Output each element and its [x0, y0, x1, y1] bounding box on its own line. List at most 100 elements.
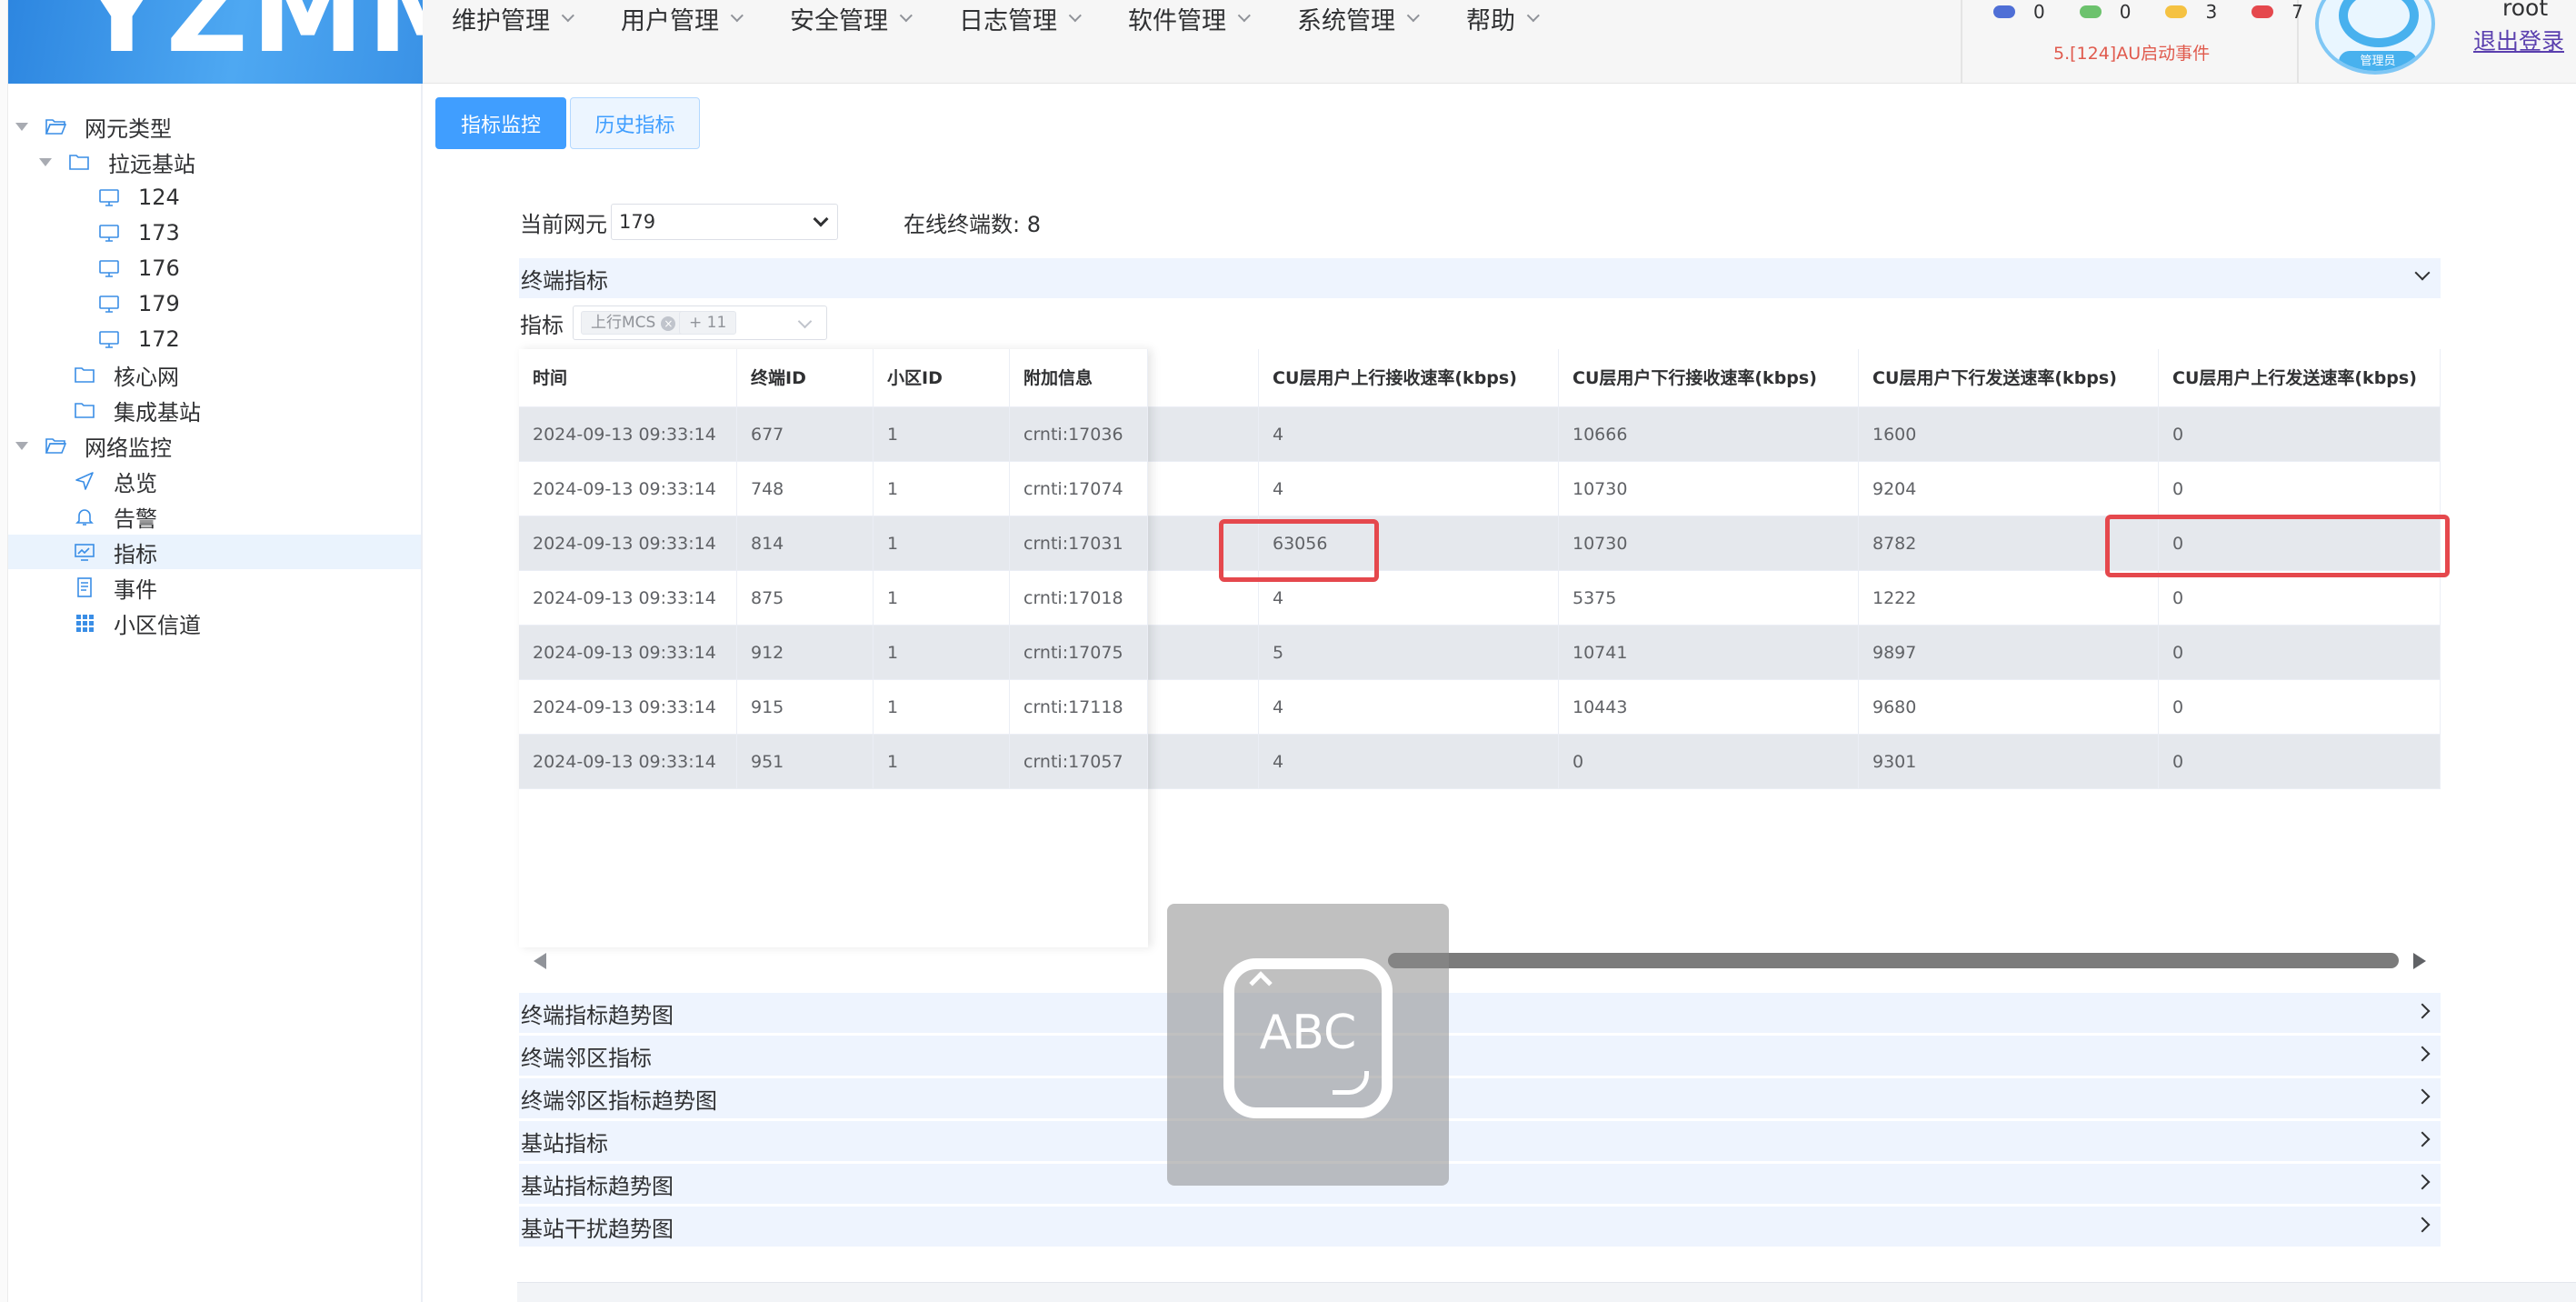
table-cell: 0: [2159, 462, 2441, 516]
current-ne-label: 当前网元: [520, 212, 607, 237]
tree-node-device-179[interactable]: 179: [98, 286, 180, 321]
col-header[interactable]: 小区ID: [874, 349, 1010, 407]
scroll-right-icon[interactable]: [2413, 953, 2426, 969]
menu-security[interactable]: 安全管理: [790, 0, 913, 36]
menu-system[interactable]: 系统管理: [1297, 0, 1420, 36]
warning-dot-icon: [2165, 5, 2188, 18]
tree-label: 网元类型: [85, 115, 172, 142]
menu-label: 安全管理: [790, 6, 888, 35]
latest-event-link[interactable]: 5.[124]AU启动事件: [2053, 40, 2210, 65]
section-title: 终端邻区指标趋势图: [521, 1087, 717, 1114]
monitor-icon: [98, 187, 120, 207]
menu-label: 软件管理: [1128, 6, 1226, 35]
tree-node-integrated-bs[interactable]: 集成基站: [74, 393, 201, 427]
section-terminal-neighbor-metrics[interactable]: 终端邻区指标: [519, 1036, 2441, 1076]
tree-node-metrics[interactable]: 指标: [8, 535, 421, 569]
col-header[interactable]: 附加信息: [1010, 349, 1148, 407]
tree-node-device-172[interactable]: 172: [98, 322, 180, 356]
bell-icon: [74, 506, 95, 526]
menu-help[interactable]: 帮助: [1466, 0, 1540, 36]
keyboard-abc-icon: ABC: [1223, 958, 1393, 1118]
caret-up-icon: [1249, 971, 1273, 995]
alarm-status-counts[interactable]: 0 0 3 7: [1993, 0, 2338, 24]
menu-label: 维护管理: [452, 6, 550, 35]
top-navigation-bar: 维护管理 用户管理 安全管理 日志管理 软件管理 系统管理 帮助 0 0 3 7…: [423, 0, 2576, 84]
table-cell: 1: [874, 516, 1010, 571]
menu-users[interactable]: 用户管理: [621, 0, 744, 36]
tab-metric-monitor[interactable]: 指标监控: [435, 97, 566, 149]
menu-logs[interactable]: 日志管理: [959, 0, 1082, 36]
table-cell: crnti:17036: [1010, 407, 1148, 462]
grid-icon: [74, 613, 95, 633]
tree-node-overview[interactable]: 总览: [74, 464, 157, 498]
highlight-box: [1219, 519, 1379, 582]
username: root: [2502, 0, 2549, 21]
section-terminal-neighbor-trend[interactable]: 终端邻区指标趋势图: [519, 1078, 2441, 1118]
table-cell: crnti:17074: [1010, 462, 1148, 516]
chevron-down-icon: [2414, 265, 2431, 281]
tree-node-ne-types[interactable]: 网元类型: [15, 109, 172, 144]
menu-software[interactable]: 软件管理: [1128, 0, 1251, 36]
tree-node-remote-bs[interactable]: 拉远基站: [39, 145, 195, 179]
overlay-tail-icon: [1333, 1071, 1369, 1095]
sidebar-tree: 网元类型 拉远基站 124 173 176 179 172 核心网 集成基站 网: [8, 84, 423, 1302]
tree-node-device-173[interactable]: 173: [98, 215, 180, 250]
tree-node-device-124[interactable]: 124: [98, 180, 180, 215]
ne-select[interactable]: 179: [611, 204, 838, 240]
chevron-right-icon: [2414, 1003, 2431, 1019]
col-header[interactable]: CU层用户上行接收速率(kbps): [1259, 349, 1559, 407]
scrollbar-thumb[interactable]: [1388, 953, 2399, 968]
menu-label: 系统管理: [1297, 6, 1395, 35]
table-horizontal-scrollbar[interactable]: [519, 946, 2441, 976]
menu-label: 用户管理: [621, 6, 719, 35]
tab-history-metrics[interactable]: 历史指标: [570, 97, 700, 149]
chevron-right-icon: [2414, 1217, 2431, 1233]
tree-node-cell-channels[interactable]: 小区信道: [74, 606, 201, 640]
tree-node-events[interactable]: 事件: [74, 570, 157, 605]
col-header[interactable]: CU层用户上行发送速率(kbps): [2159, 349, 2441, 407]
table-cell: 2024-09-13 09:33:14: [519, 626, 737, 680]
table-cell: 0: [2159, 626, 2441, 680]
status-count: 0: [2119, 1, 2132, 23]
section-terminal-metrics[interactable]: 终端指标: [519, 258, 2441, 298]
chevron-down-icon: [797, 314, 813, 329]
logout-link[interactable]: 退出登录: [2473, 24, 2564, 56]
section-title: 终端指标: [521, 267, 608, 294]
col-header[interactable]: CU层用户下行接收速率(kbps): [1559, 349, 1859, 407]
tree-node-network-monitor[interactable]: 网络监控: [15, 428, 172, 463]
table-cell: 4: [1259, 735, 1559, 789]
caret-down-icon[interactable]: [15, 122, 28, 131]
col-header[interactable]: CU层用户下行发送速率(kbps): [1859, 349, 2159, 407]
section-terminal-metric-trend[interactable]: 终端指标趋势图: [519, 993, 2441, 1033]
avatar[interactable]: 管理员: [2315, 0, 2435, 75]
menu-maintenance[interactable]: 维护管理: [452, 0, 574, 36]
table-row[interactable]: 2024-09-13 09:33:14 677 1 crnti:17036 4 10666…: [519, 407, 2441, 462]
scroll-left-icon[interactable]: [534, 953, 546, 969]
table-row[interactable]: 2024-09-13 09:33:14 915 1 crnti:17118 4 10443…: [519, 680, 2441, 735]
table-cell: 9897: [1859, 626, 2159, 680]
section-bs-metric-trend[interactable]: 基站指标趋势图: [519, 1164, 2441, 1204]
table-row[interactable]: 2024-09-13 09:33:14 951 1 crnti:17057 4 0 9301…: [519, 735, 2441, 789]
col-header[interactable]: 终端ID: [737, 349, 874, 407]
window-left-edge: [0, 0, 8, 1302]
caret-down-icon[interactable]: [15, 441, 28, 450]
table-cell: 1: [874, 735, 1010, 789]
highlight-box: [2105, 515, 2450, 577]
error-dot-icon: [2252, 5, 2274, 18]
table-cell: 9301: [1859, 735, 2159, 789]
table-row[interactable]: 2024-09-13 09:33:14 912 1 crnti:17075 5 10741…: [519, 626, 2441, 680]
table-cell: 5375: [1559, 571, 1859, 626]
col-header[interactable]: 时间: [519, 349, 737, 407]
caret-down-icon[interactable]: [39, 157, 52, 166]
section-bs-interference-trend[interactable]: 基站干扰趋势图: [519, 1207, 2441, 1247]
table-header-row: 时间 终端ID 小区ID 附加信息 CU层用户上行接收速率(kbps) CU层用…: [519, 349, 2441, 407]
table-row[interactable]: 2024-09-13 09:33:14 875 1 crnti:17018 4 5375 1…: [519, 571, 2441, 626]
tree-node-core-network[interactable]: 核心网: [74, 357, 179, 392]
table-cell: 814: [737, 516, 874, 571]
tree-node-alarms[interactable]: 告警: [74, 499, 157, 534]
table-row[interactable]: 2024-09-13 09:33:14 748 1 crnti:17074 4 10730…: [519, 462, 2441, 516]
tag-close-icon[interactable]: ×: [661, 316, 676, 331]
section-bs-metrics[interactable]: 基站指标: [519, 1121, 2441, 1161]
tree-node-device-176[interactable]: 176: [98, 251, 180, 285]
metric-multi-select[interactable]: 上行MCS × + 11: [573, 305, 827, 340]
